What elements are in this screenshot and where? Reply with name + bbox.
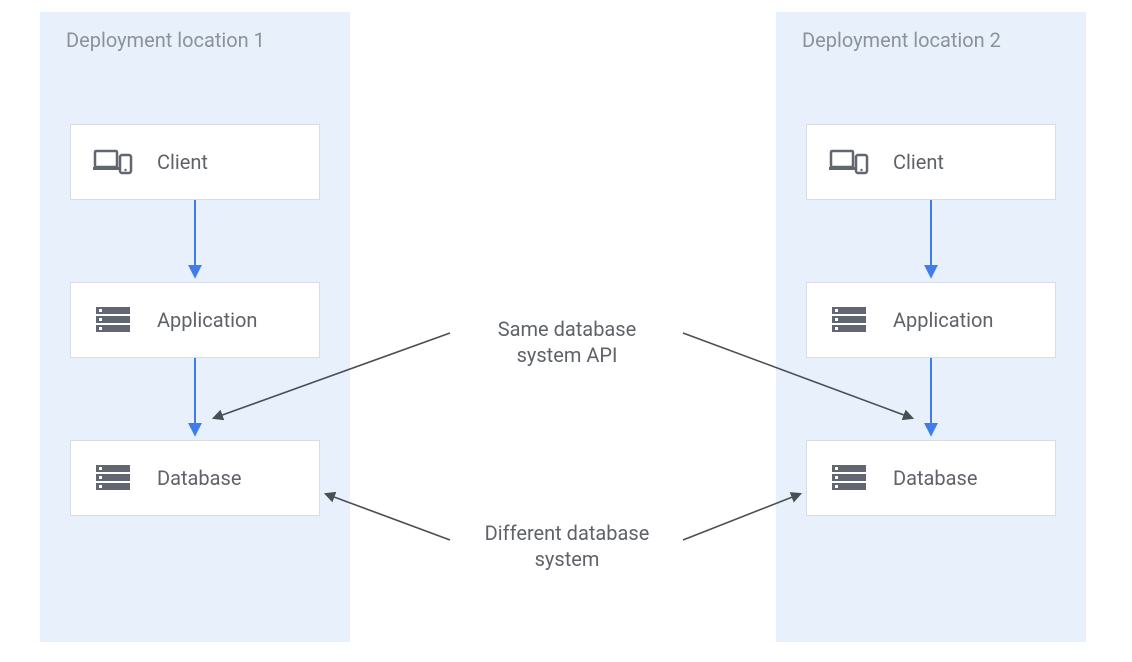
client-label: Client	[893, 150, 944, 174]
client-box-r1: Client	[70, 124, 320, 200]
same-api-annotation: Same database system API	[457, 316, 677, 368]
server-icon	[829, 463, 869, 493]
region-1-title: Deployment location 1	[66, 28, 265, 52]
server-icon	[93, 305, 133, 335]
application-label: Application	[893, 308, 993, 332]
different-system-annotation: Different database system	[457, 520, 677, 572]
devices-icon	[829, 147, 869, 177]
database-label: Database	[157, 466, 241, 490]
database-box-r1: Database	[70, 440, 320, 516]
client-box-r2: Client	[806, 124, 1056, 200]
region-2-title: Deployment location 2	[802, 28, 1001, 52]
application-box-r1: Application	[70, 282, 320, 358]
server-icon	[93, 463, 133, 493]
database-box-r2: Database	[806, 440, 1056, 516]
devices-icon	[93, 147, 133, 177]
application-box-r2: Application	[806, 282, 1056, 358]
application-label: Application	[157, 308, 257, 332]
server-icon	[829, 305, 869, 335]
database-label: Database	[893, 466, 977, 490]
client-label: Client	[157, 150, 208, 174]
